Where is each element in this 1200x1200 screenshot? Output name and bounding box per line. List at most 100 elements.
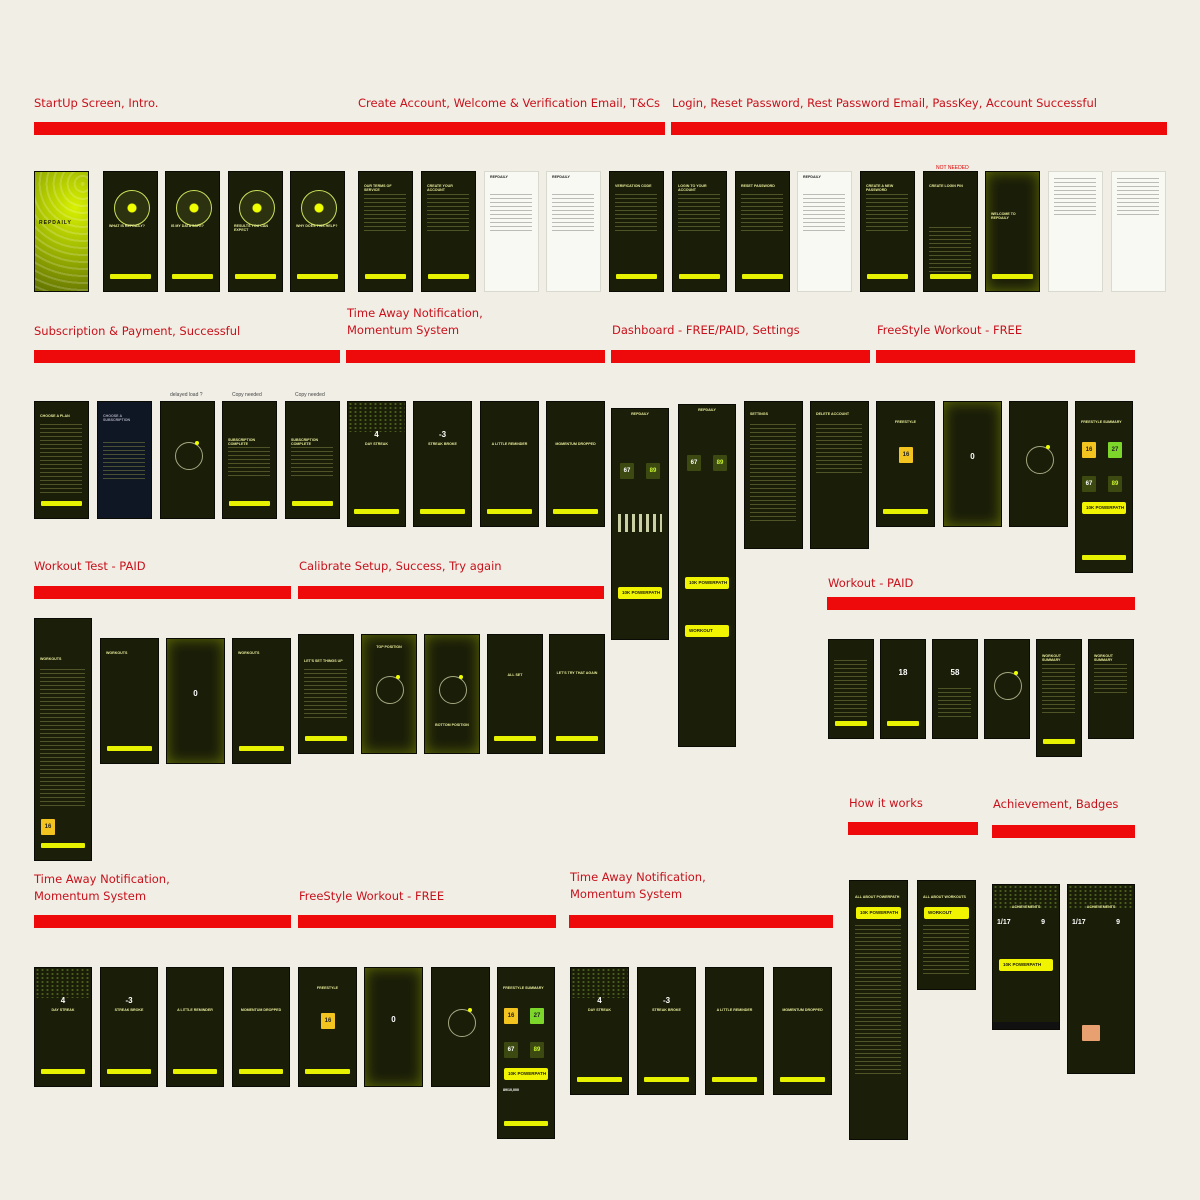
powerpath-badge[interactable]: 10K POWERPATH <box>1082 502 1126 514</box>
screen-delete-account[interactable]: DELETE ACCOUNT <box>810 401 869 549</box>
screen-subscription-complete-2[interactable]: SUBSCRIPTION COMPLETE <box>285 401 340 519</box>
screen-new-password[interactable]: CREATE A NEW PASSWORD <box>860 171 915 292</box>
screen-settings[interactable]: SETTINGS <box>744 401 803 549</box>
start-button[interactable] <box>305 1069 350 1074</box>
screen-verification-code[interactable]: VERIFICATION CODE <box>609 171 664 292</box>
screen-welcome[interactable]: WELCOME TO REPDAILY <box>985 171 1040 292</box>
screen-reset-email[interactable]: REPDAILY <box>797 171 852 292</box>
try-again-button[interactable] <box>556 736 598 741</box>
badge-tile[interactable] <box>1082 1025 1100 1041</box>
continue-button[interactable] <box>712 1077 757 1082</box>
screen-freestyle[interactable]: FREESTYLE 16 <box>876 401 935 527</box>
screen-choose-plan[interactable]: CHOOSE A PLAN <box>34 401 89 519</box>
reset-button[interactable] <box>742 274 783 279</box>
continue-button[interactable] <box>41 1069 85 1074</box>
screen-intro-4[interactable]: WHY DOES THIS HELP? <box>290 171 345 292</box>
screen-workouts-intro[interactable]: WORKOUTS <box>100 638 159 764</box>
screen-freestyle-countdown[interactable]: 0 <box>943 401 1002 527</box>
screen-payment[interactable]: CHOOSE A SUBSCRIPTION <box>97 401 152 519</box>
powerpath-badge[interactable]: 10K POWERPATH <box>618 587 662 599</box>
continue-button[interactable] <box>553 509 598 514</box>
continue-button[interactable] <box>229 501 270 506</box>
start-button[interactable] <box>883 509 928 514</box>
screen-momentum-dropped[interactable]: MOMENTUM DROPPED <box>546 401 605 527</box>
screen-intro-1[interactable]: WHAT IS REPDAILY? <box>103 171 158 292</box>
screen-email-passkey[interactable] <box>1048 171 1103 292</box>
screen-about-powerpath[interactable]: ALL ABOUT POWERPATH 10K POWERPATH <box>849 880 908 1140</box>
start-button[interactable] <box>835 721 867 726</box>
accept-button[interactable] <box>365 274 406 279</box>
screen-login-pin[interactable]: CREATE LOGIN PIN <box>923 171 978 292</box>
continue-button[interactable] <box>292 501 333 506</box>
confirm-button[interactable] <box>930 274 971 279</box>
screen-reminder-3[interactable]: A LITTLE REMINDER <box>705 967 764 1095</box>
screen-achievements-badges[interactable]: ACHIEVEMENTS 1/17 9 <box>1067 884 1135 1074</box>
powerpath-badge[interactable]: 10K POWERPATH <box>999 959 1053 971</box>
continue-button[interactable] <box>992 274 1033 279</box>
screen-create-account[interactable]: CREATE YOUR ACCOUNT <box>421 171 476 292</box>
screen-all-set[interactable]: ALL SET <box>487 634 543 754</box>
screen-freestyle-2[interactable]: FREESTYLE 16 <box>298 967 357 1087</box>
screen-dashboard-paid[interactable]: REPDAILY 67 89 10K POWERPATH WORKOUT PRO… <box>678 404 736 747</box>
screen-workout-countdown[interactable]: 0 <box>166 638 225 764</box>
start-button[interactable] <box>41 843 85 848</box>
start-button[interactable] <box>107 746 152 751</box>
screen-workouts-done[interactable]: WORKOUTS <box>232 638 291 764</box>
screen-freestyle-summary[interactable]: FREESTYLE SUMMARY 16 27 67 89 10K POWERP… <box>1075 401 1133 573</box>
start-button[interactable] <box>305 736 347 741</box>
screen-day-streak-3[interactable]: 4 DAY STREAK <box>570 967 629 1095</box>
screen-workout-summary[interactable]: WORKOUT SUMMARY <box>1036 639 1082 757</box>
screen-try-again[interactable]: LET'S TRY THAT AGAIN <box>549 634 605 754</box>
continue-button[interactable] <box>354 509 399 514</box>
continue-button[interactable] <box>780 1077 825 1082</box>
screen-workout-rest[interactable]: 58 <box>932 639 978 739</box>
screen-intro-2[interactable]: IS MY DATA SAFE? <box>165 171 220 292</box>
screen-intro-3[interactable]: RESULTS YOU CAN EXPECT <box>228 171 283 292</box>
screen-momentum-dropped-3[interactable]: MOMENTUM DROPPED <box>773 967 832 1095</box>
choose-plan-button[interactable] <box>41 501 82 506</box>
screen-splash[interactable]: REPDAILY <box>34 171 89 292</box>
screen-workout-summary-2[interactable]: WORKOUT SUMMARY <box>1088 639 1134 739</box>
screen-email-success[interactable] <box>1111 171 1166 292</box>
continue-button[interactable] <box>239 746 284 751</box>
done-button[interactable] <box>504 1121 548 1126</box>
screen-top-position[interactable]: TOP POSITION <box>361 634 417 754</box>
screen-reminder[interactable]: A LITTLE REMINDER <box>480 401 539 527</box>
create-button[interactable] <box>428 274 469 279</box>
screen-verification-email[interactable]: REPDAILY <box>546 171 601 292</box>
screen-streak-broke-3[interactable]: -3 STREAK BROKE <box>637 967 696 1095</box>
powerpath-badge[interactable]: 10K POWERPATH <box>685 577 729 589</box>
screen-reset-password[interactable]: RESET PASSWORD <box>735 171 790 292</box>
screen-streak-broke[interactable]: -3 STREAK BROKE <box>413 401 472 527</box>
screen-workouts-list[interactable]: WORKOUTS 16 <box>34 618 92 861</box>
screen-subscription-complete[interactable]: SUBSCRIPTION COMPLETE <box>222 401 277 519</box>
continue-button[interactable] <box>420 509 465 514</box>
continue-button[interactable] <box>107 1069 151 1074</box>
progression-badge[interactable]: WORKOUT PROGRESSION <box>685 625 729 637</box>
screen-welcome-email[interactable]: REPDAILY <box>484 171 539 292</box>
bottom-nav[interactable] <box>993 1022 1059 1029</box>
continue-button[interactable] <box>297 274 338 279</box>
screen-streak-broke-2[interactable]: -3 STREAK BROKE <box>100 967 158 1087</box>
continue-button[interactable] <box>644 1077 689 1082</box>
screen-momentum-dropped-2[interactable]: MOMENTUM DROPPED <box>232 967 290 1087</box>
verify-button[interactable] <box>616 274 657 279</box>
continue-button[interactable] <box>487 509 532 514</box>
screen-day-streak[interactable]: 4 DAY STREAK <box>347 401 406 527</box>
continue-button[interactable] <box>494 736 536 741</box>
save-button[interactable] <box>867 274 908 279</box>
screen-bottom-position[interactable]: BOTTOM POSITION <box>424 634 480 754</box>
screen-freestyle-summary-2[interactable]: FREESTYLE SUMMARY 16 27 67 89 10K POWERP… <box>497 967 555 1139</box>
screen-reminder-2[interactable]: A LITTLE REMINDER <box>166 967 224 1087</box>
screen-dashboard-free[interactable]: REPDAILY 67 89 10K POWERPATH <box>611 408 669 640</box>
continue-button[interactable] <box>239 1069 283 1074</box>
continue-button[interactable] <box>577 1077 622 1082</box>
done-button[interactable] <box>1043 739 1075 744</box>
screen-about-workouts[interactable]: ALL ABOUT WORKOUTS WORKOUT PROGRESSION <box>917 880 976 990</box>
screen-workout-paid-list[interactable] <box>828 639 874 739</box>
screen-calibrate-setup[interactable]: LET'S SET THINGS UP <box>298 634 354 754</box>
done-button[interactable] <box>1082 555 1126 560</box>
powerpath-badge[interactable]: 10K POWERPATH <box>504 1068 548 1080</box>
continue-button[interactable] <box>235 274 276 279</box>
screen-workout-set[interactable]: 18 <box>880 639 926 739</box>
